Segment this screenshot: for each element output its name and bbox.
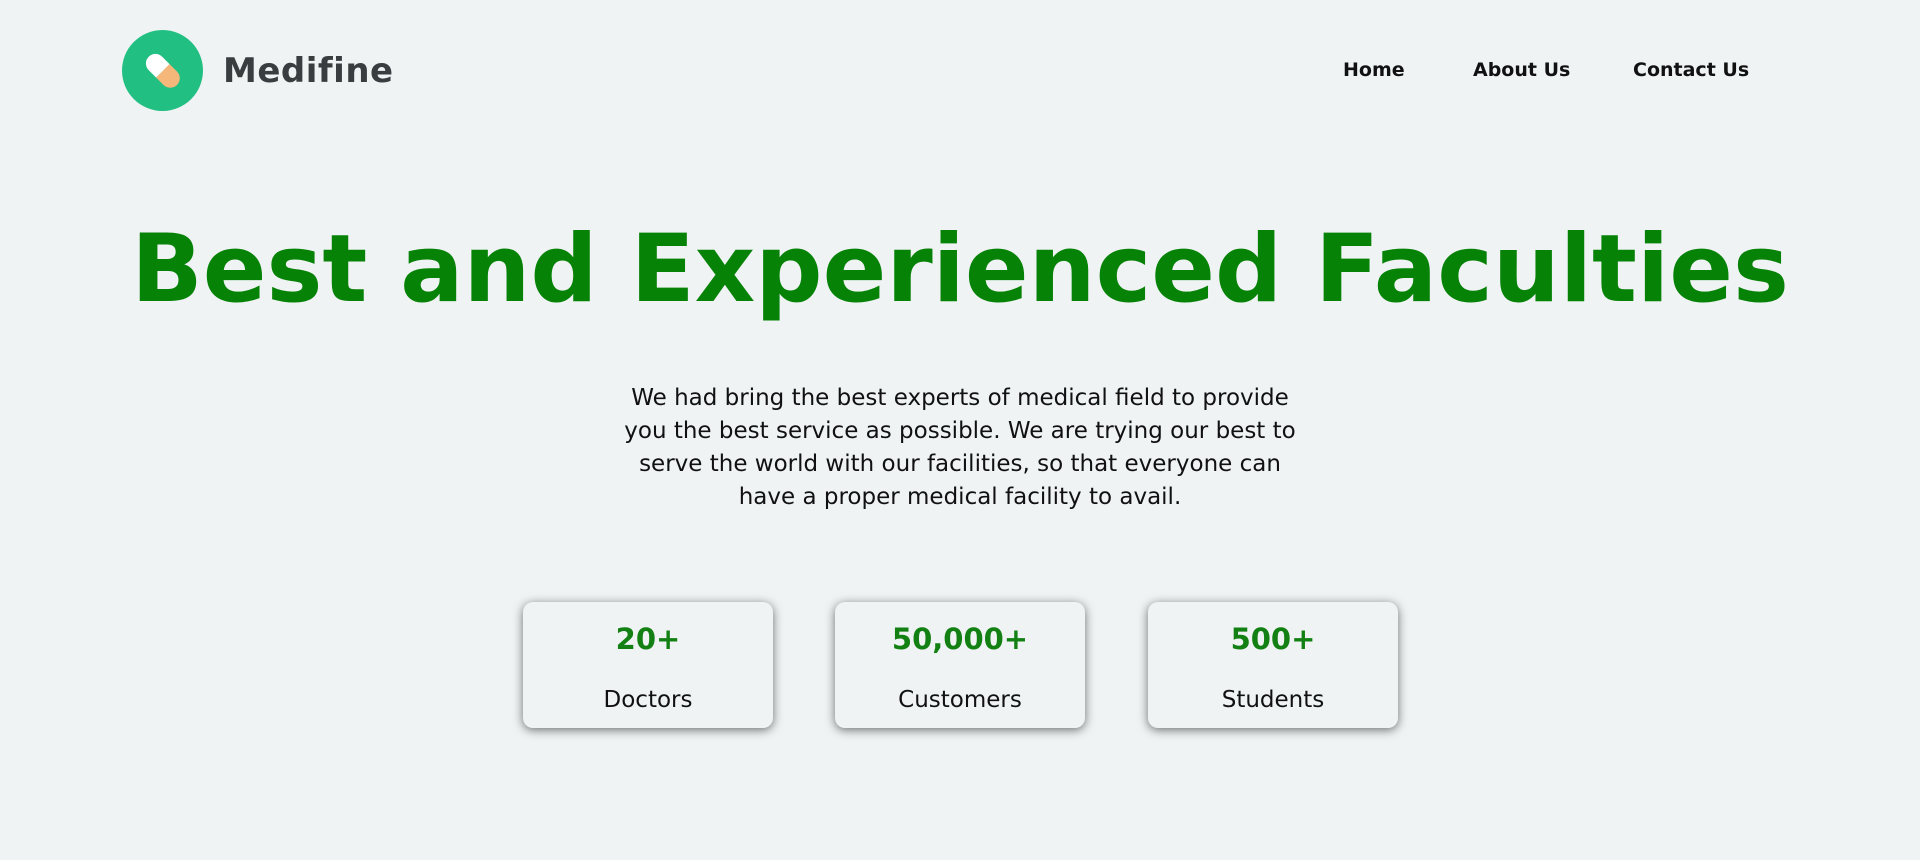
stat-value: 50,000+ — [891, 622, 1029, 656]
nav-link-home[interactable]: Home — [1343, 59, 1405, 81]
stat-label: Doctors — [603, 687, 693, 713]
nav-link-contact-us[interactable]: Contact Us — [1633, 59, 1749, 81]
stat-value: 500+ — [1230, 622, 1316, 656]
hero-title: Best and Experienced Faculties — [131, 215, 1789, 324]
stat-value: 20+ — [615, 622, 681, 656]
stat-card-doctors: 20+ Doctors — [523, 602, 773, 728]
stat-label: Customers — [898, 687, 1022, 713]
stat-label: Students — [1221, 687, 1325, 713]
stats-row: 20+ Doctors 50,000+ Customers 500+ Stude… — [0, 602, 1920, 728]
hero-description: We had bring the best experts of medical… — [624, 385, 1296, 510]
site-header: Medifine Home About Us Contact Us — [0, 0, 1920, 140]
stat-card-customers: 50,000+ Customers — [835, 602, 1085, 728]
main-nav: Home About Us Contact Us — [0, 59, 1920, 87]
nav-link-about-us[interactable]: About Us — [1473, 59, 1570, 81]
stat-card-students: 500+ Students — [1148, 602, 1398, 728]
